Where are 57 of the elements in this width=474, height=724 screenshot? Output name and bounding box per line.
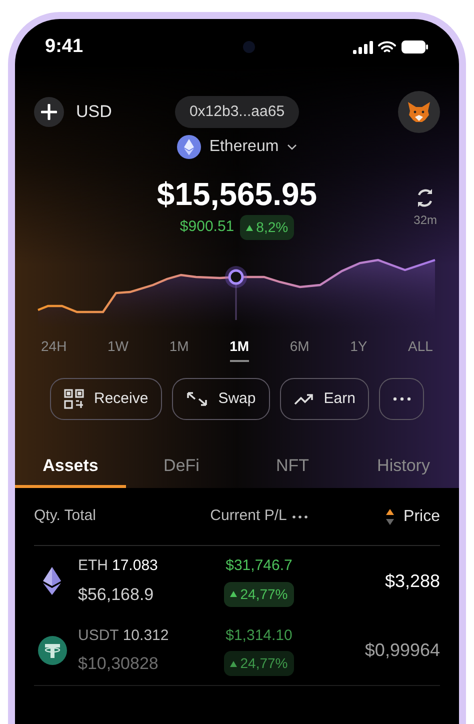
- period-tab[interactable]: ALL: [408, 336, 433, 362]
- section-tab[interactable]: DeFi: [126, 446, 237, 488]
- currency-label[interactable]: USD: [76, 99, 112, 125]
- fox-icon: [407, 101, 431, 123]
- camera-icon: [243, 41, 256, 53]
- asset-symbol: ETH: [78, 556, 108, 576]
- swap-button[interactable]: Swap: [172, 378, 270, 420]
- trend-up-icon: [294, 392, 314, 406]
- asset-value: $56,168.9: [78, 584, 155, 606]
- diagonal-arrows-icon: [186, 391, 208, 407]
- more-button[interactable]: [379, 378, 424, 420]
- section-tab[interactable]: NFT: [237, 446, 348, 488]
- section-tab[interactable]: Assets: [15, 446, 126, 488]
- period-tab[interactable]: 24H: [41, 336, 67, 362]
- asset-price: $3,288: [384, 570, 440, 592]
- more-icon[interactable]: [292, 514, 308, 518]
- earn-button[interactable]: Earn: [280, 378, 370, 420]
- column-header: Current P/L: [210, 506, 287, 526]
- refresh-age: 32m: [414, 212, 437, 229]
- signal-icon: [353, 40, 373, 54]
- balance-total: $15,565.95: [156, 175, 318, 213]
- balance-change: $900.51: [180, 217, 234, 238]
- sort-icon[interactable]: [386, 508, 394, 524]
- status-time: 9:41: [45, 34, 84, 59]
- asset-value: $10,30828: [78, 653, 160, 675]
- asset-quantity: 17.083: [112, 556, 158, 576]
- battery-icon: [401, 40, 429, 54]
- profit-badge: 24,77%: [224, 651, 294, 676]
- up-triangle-icon: [230, 591, 238, 598]
- chevron-down-icon: [286, 144, 297, 150]
- period-tab[interactable]: 6M: [290, 336, 310, 362]
- qr-code-icon: [64, 389, 84, 409]
- profit-value: $1,314.10: [226, 626, 292, 646]
- address-pill[interactable]: 0x12b3...aa65: [175, 96, 299, 128]
- ethereum-icon: [43, 567, 61, 595]
- asset-quantity: 10.312: [122, 626, 169, 646]
- ethereum-icon: [177, 135, 202, 159]
- period-tab[interactable]: 1Y: [350, 336, 368, 362]
- up-triangle-icon: [230, 660, 238, 667]
- profit-value: $31,746.7: [226, 556, 292, 576]
- up-triangle-icon: [246, 224, 254, 230]
- period-tab[interactable]: 1M: [230, 336, 250, 362]
- plus-icon: [41, 104, 57, 120]
- receive-button[interactable]: Receive: [50, 378, 162, 420]
- column-header: Qty. Total: [34, 506, 97, 526]
- tether-icon: [38, 636, 66, 665]
- change-badge: 8,2%: [240, 215, 294, 240]
- wifi-icon: [378, 40, 396, 54]
- network-selector[interactable]: Ethereum: [177, 135, 297, 159]
- asset-price: $0,99964: [364, 639, 440, 662]
- period-tab[interactable]: 1W: [108, 336, 128, 362]
- column-header[interactable]: Price: [404, 504, 440, 528]
- asset-symbol: USDT: [78, 626, 119, 646]
- profit-badge: 24,77%: [224, 582, 294, 607]
- period-tab[interactable]: 1M: [169, 336, 189, 362]
- section-tab[interactable]: History: [348, 446, 459, 488]
- more-icon: [392, 397, 411, 401]
